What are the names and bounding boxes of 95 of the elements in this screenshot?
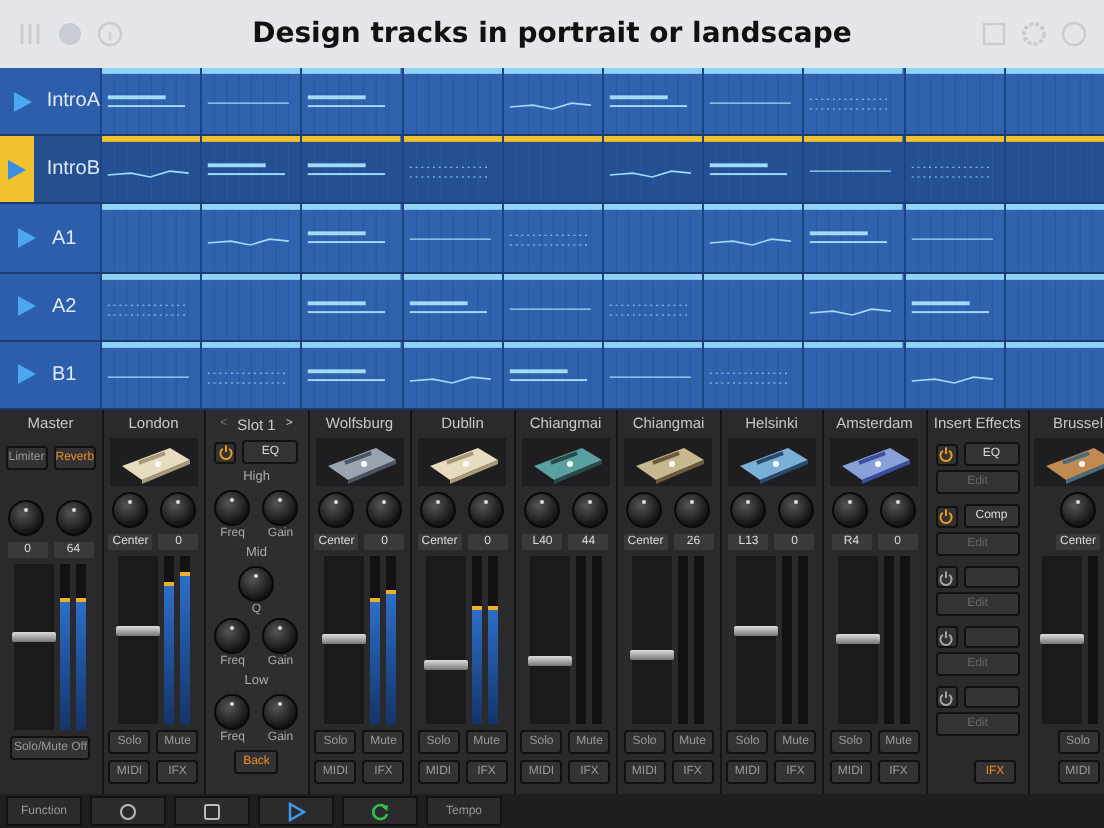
clip[interactable] (501, 341, 603, 409)
clip[interactable] (602, 341, 703, 409)
clip[interactable] (602, 68, 703, 135)
power-icon (938, 508, 955, 524)
power-icon (938, 689, 955, 705)
clip[interactable] (1003, 204, 1104, 272)
clip[interactable] (702, 204, 803, 272)
fader-handle[interactable] (115, 625, 160, 636)
loop-icon (370, 801, 390, 821)
clip[interactable] (702, 341, 803, 409)
power-button[interactable] (935, 505, 958, 527)
clip[interactable] (300, 273, 402, 340)
clip[interactable] (602, 204, 703, 272)
loop-button[interactable] (342, 796, 418, 826)
power-button[interactable] (935, 626, 958, 648)
clip[interactable] (200, 204, 301, 272)
clip[interactable] (702, 273, 803, 340)
stop-button[interactable] (174, 796, 250, 826)
track-name: A1 (52, 227, 77, 249)
clip[interactable] (100, 204, 201, 272)
clip[interactable] (501, 136, 603, 203)
play-icon[interactable] (17, 364, 35, 385)
track-header[interactable]: A1 (0, 204, 100, 272)
clip[interactable] (602, 273, 703, 340)
clip[interactable] (802, 204, 904, 272)
power-button[interactable] (935, 566, 958, 588)
clip[interactable] (802, 341, 904, 409)
clip[interactable] (702, 68, 803, 135)
play-icon[interactable] (17, 296, 35, 317)
clip[interactable] (903, 136, 1004, 203)
clip[interactable] (200, 273, 301, 340)
track-header[interactable]: A2 (0, 273, 100, 340)
clip[interactable] (702, 136, 803, 203)
fader-handle[interactable] (630, 650, 675, 661)
record-button[interactable] (90, 796, 166, 826)
clip[interactable] (1003, 68, 1104, 135)
play-icon[interactable] (17, 228, 35, 248)
clip[interactable] (300, 204, 402, 272)
clip[interactable] (100, 136, 201, 203)
clip[interactable] (100, 273, 201, 340)
clip[interactable] (401, 68, 502, 135)
power-button[interactable] (935, 443, 958, 465)
fader-handle[interactable] (321, 634, 366, 644)
square-icon (202, 801, 222, 821)
clip[interactable] (300, 341, 402, 409)
power-icon (938, 629, 955, 645)
fader-handle[interactable] (733, 625, 778, 636)
clip[interactable] (501, 204, 603, 272)
power-icon (217, 444, 234, 460)
clip[interactable] (401, 273, 502, 340)
power-icon (938, 446, 955, 462)
clip[interactable] (200, 136, 301, 203)
fader-handle[interactable] (12, 632, 57, 643)
track-name: IntroA (46, 90, 100, 113)
clip[interactable] (100, 341, 201, 409)
play-button[interactable] (258, 796, 334, 826)
track-header[interactable]: B1 (0, 341, 100, 409)
fader-handle[interactable] (527, 655, 572, 666)
clip[interactable] (401, 204, 502, 272)
fader-handle[interactable] (836, 634, 881, 644)
track-name: B1 (52, 363, 77, 386)
clip[interactable] (501, 273, 603, 340)
track-name: A2 (52, 295, 77, 318)
power-button[interactable] (935, 686, 958, 708)
power-button[interactable] (214, 441, 237, 463)
clip[interactable] (1003, 341, 1104, 409)
track-name: IntroB (46, 158, 100, 181)
headline: Design tracks in portrait or landscape (250, 18, 854, 50)
clip[interactable] (802, 68, 904, 135)
clip[interactable] (401, 341, 502, 409)
circle-icon (118, 801, 138, 821)
clip[interactable] (200, 341, 301, 409)
play-icon (286, 801, 306, 821)
clip[interactable] (903, 68, 1004, 135)
clip[interactable] (602, 136, 703, 203)
fader-handle[interactable] (424, 659, 469, 670)
clip[interactable] (903, 273, 1004, 340)
clip[interactable] (200, 68, 301, 135)
clip[interactable] (300, 136, 402, 203)
clip[interactable] (501, 68, 603, 135)
clip[interactable] (903, 204, 1004, 272)
track-header[interactable]: IntroB (0, 136, 100, 203)
power-icon (938, 569, 955, 585)
clip[interactable] (1003, 136, 1104, 203)
clip[interactable] (1003, 273, 1104, 340)
clip[interactable] (300, 68, 402, 135)
track-header[interactable]: IntroA (0, 68, 100, 135)
play-icon[interactable] (14, 91, 33, 112)
clip[interactable] (903, 341, 1004, 409)
clip[interactable] (401, 136, 502, 203)
clip[interactable] (802, 273, 904, 340)
clip[interactable] (100, 68, 201, 135)
fader-handle[interactable] (1040, 634, 1084, 644)
clip[interactable] (802, 136, 904, 203)
sliders-icon[interactable] (16, 20, 44, 48)
